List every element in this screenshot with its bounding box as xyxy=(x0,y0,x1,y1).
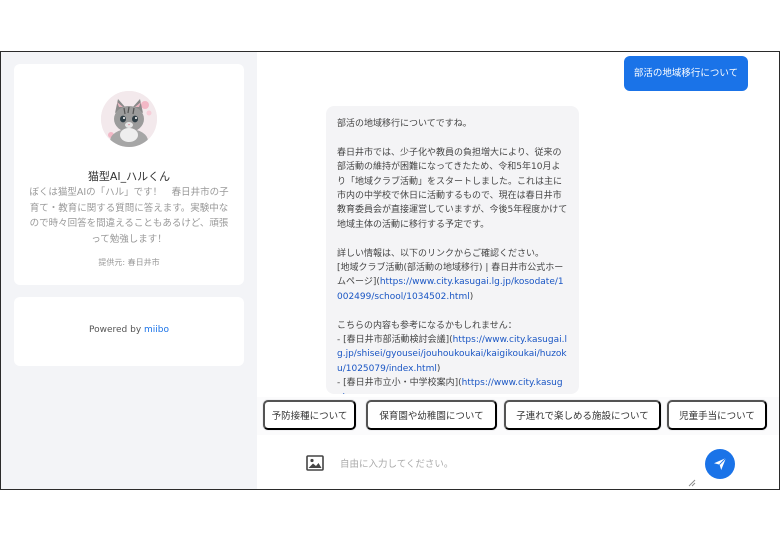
input-bar xyxy=(257,435,779,489)
powered-by-card: Powered by miibo xyxy=(14,297,244,366)
bot-message-text: ) xyxy=(436,363,441,374)
bot-message-text: こちらの内容も参考になるかもしれません： xyxy=(337,320,517,331)
bot-profile-card: 猫型AI_ハルくん ぼくは猫型AIの「ハル」です！ 春日井市の子育て・教育に関す… xyxy=(14,64,244,285)
bot-message-paragraph: 詳しい情報は、以下のリンクからご確認ください。 [地域クラブ活動(部活動の地域移… xyxy=(337,247,568,305)
cat-avatar-icon xyxy=(101,91,157,147)
resize-grip-icon[interactable] xyxy=(688,472,696,487)
bot-provider: 提供元: 春日井市 xyxy=(98,258,160,267)
user-message-bubble: 部活の地域移行について xyxy=(624,56,748,91)
suggestion-chip[interactable]: 子連れで楽しめる施設について xyxy=(504,400,661,430)
bot-name: 猫型AI_ハルくん xyxy=(87,170,171,183)
suggestion-chip[interactable]: 予防接種について xyxy=(263,400,356,430)
sidebar: 猫型AI_ハルくん ぼくは猫型AIの「ハル」です！ 春日井市の子育て・教育に関す… xyxy=(1,52,257,489)
bot-message-text: - [春日井市部活動検討会議]( xyxy=(337,335,453,346)
suggestion-chip[interactable]: 児童手当について xyxy=(667,400,767,430)
image-upload-icon[interactable] xyxy=(306,455,324,471)
bot-message-paragraph: 春日井市では、少子化や教員の負担増大により、従来の部活動の維持が困難になってきた… xyxy=(337,147,568,230)
message-input[interactable] xyxy=(335,447,697,481)
bot-message-paragraph: こちらの内容も参考になるかもしれません： - [春日井市部活動検討会議](htt… xyxy=(337,319,568,394)
suggestion-chip[interactable]: 保育園や幼稚園について xyxy=(366,400,497,430)
bot-message-bubble: 部活の地域移行についてですね。 春日井市では、少子化や教員の負担増大により、従来… xyxy=(326,106,579,394)
powered-by-text: Powered by xyxy=(88,325,145,335)
miibo-link[interactable]: miibo xyxy=(144,325,169,335)
paper-plane-icon xyxy=(714,457,727,470)
bot-description: ぼくは猫型AIの「ハル」です！ 春日井市の子育て・教育に関する質問に答えます。実… xyxy=(29,187,229,245)
app-frame: 猫型AI_ハルくん ぼくは猫型AIの「ハル」です！ 春日井市の子育て・教育に関す… xyxy=(0,51,780,490)
bot-message-paragraph: 部活の地域移行についてですね。 xyxy=(337,119,472,129)
bot-message-text: 詳しい情報は、以下のリンクからご確認ください。 xyxy=(337,248,545,259)
send-button[interactable] xyxy=(705,449,735,479)
chat-area: 部活の地域移行について 部活の地域移行についてですね。 春日井市では、少子化や教… xyxy=(257,52,779,489)
bot-message-text: ) xyxy=(469,291,474,302)
suggestion-bar: 予防接種について 保育園や幼稚園について 子連れで楽しめる施設について 児童手当… xyxy=(257,397,779,435)
bot-message-text: - [春日井市立小・中学校案内]( xyxy=(337,378,462,389)
